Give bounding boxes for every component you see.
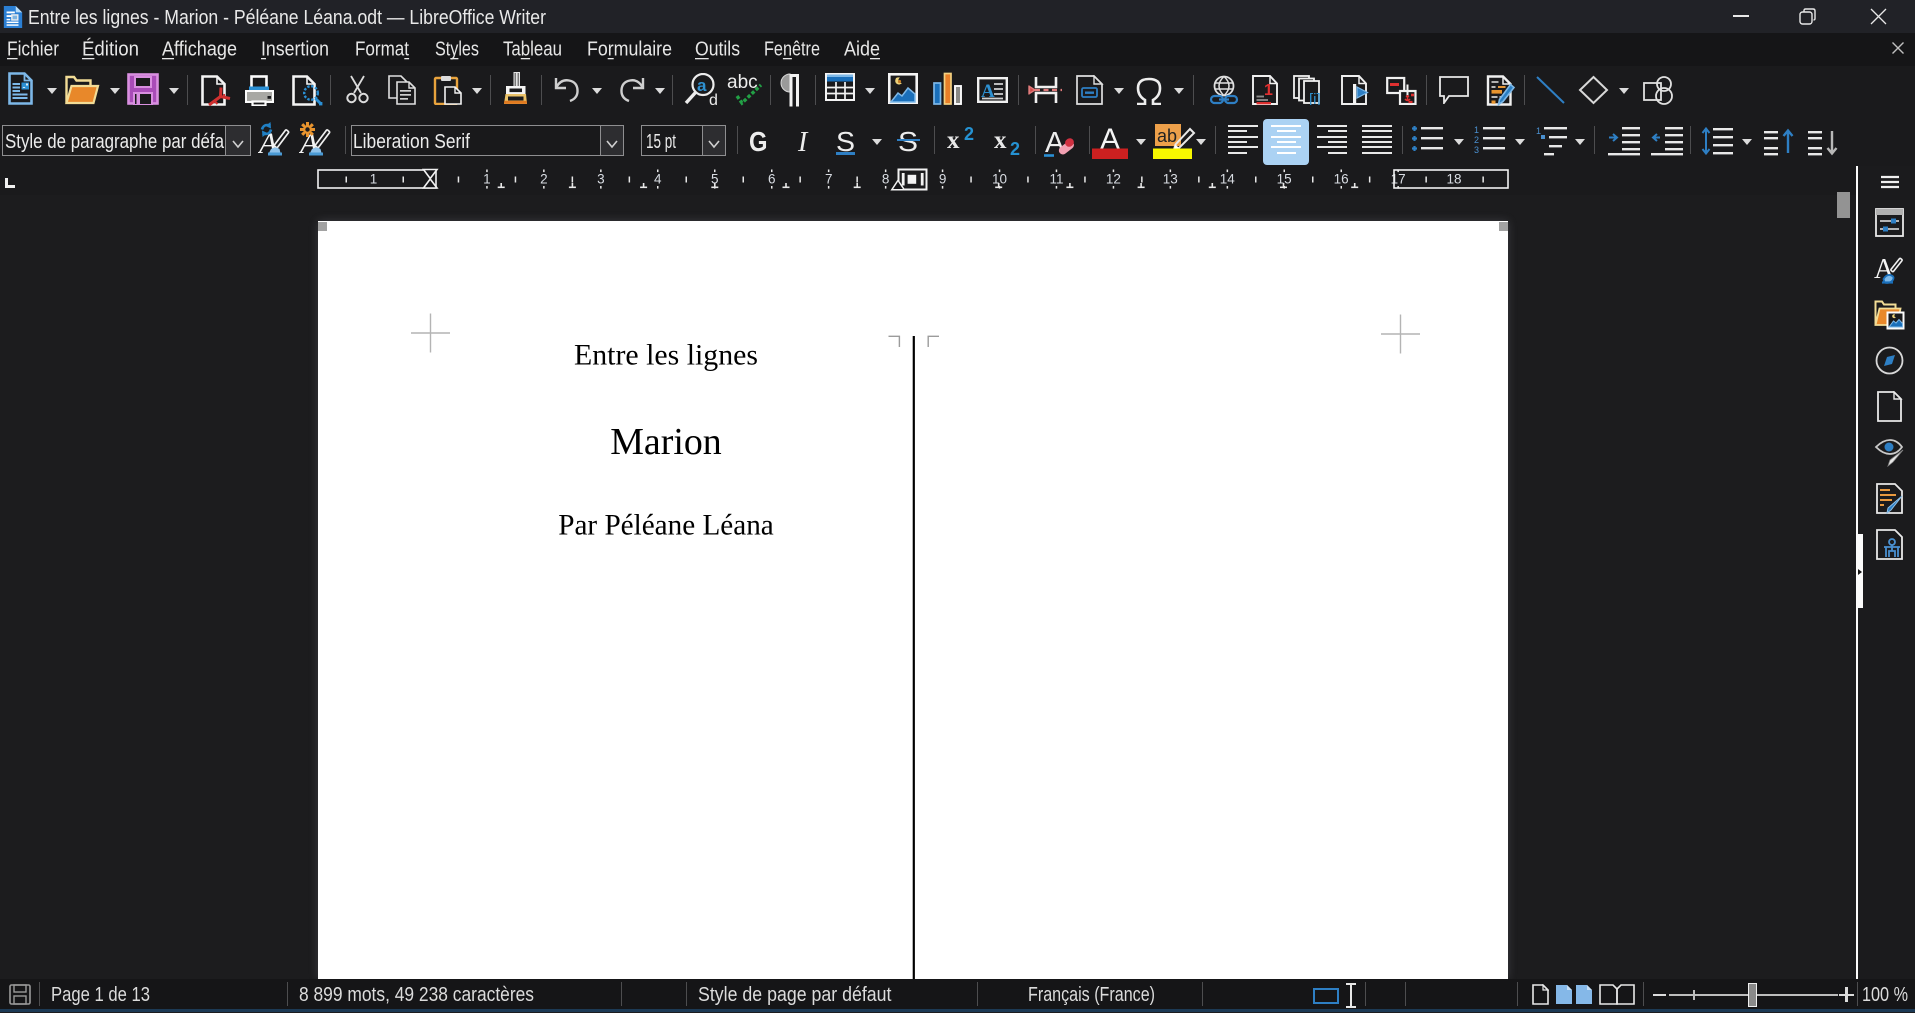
svg-text:14: 14 [1220, 172, 1236, 187]
svg-text:Marion: Marion [610, 421, 722, 463]
svg-text:2: 2 [540, 172, 548, 187]
svg-text:Formulaire: Formulaire [587, 39, 672, 61]
svg-text:Entre les lignes - Marion - Pé: Entre les lignes - Marion - Péléane Léan… [28, 7, 546, 29]
svg-text:G: G [749, 130, 768, 156]
svg-text:7: 7 [825, 172, 833, 187]
svg-text:3: 3 [1474, 145, 1479, 155]
svg-text:12: 12 [1106, 172, 1121, 187]
svg-text:Par Péléane Léana: Par Péléane Léana [558, 509, 774, 542]
svg-text:Aide: Aide [844, 39, 880, 61]
svg-text:Fenêtre: Fenêtre [764, 39, 820, 61]
svg-text:8: 8 [882, 172, 890, 187]
svg-text:S: S [898, 130, 918, 156]
svg-text:4: 4 [654, 172, 662, 187]
svg-text:1: 1 [1474, 126, 1479, 135]
svg-text:100 %: 100 % [1862, 984, 1908, 1006]
svg-text:16: 16 [1334, 172, 1349, 187]
svg-text:3: 3 [597, 172, 605, 187]
svg-text:Format: Format [355, 39, 409, 61]
svg-text:Affichage: Affichage [162, 39, 237, 61]
svg-text:Outils: Outils [695, 39, 740, 61]
svg-text:Fichier: Fichier [7, 39, 59, 61]
svg-text:abc: abc [727, 72, 758, 93]
svg-text:11: 11 [1049, 172, 1063, 187]
svg-text:Édition: Édition [82, 38, 139, 61]
svg-text:1: 1 [483, 172, 491, 187]
svg-text:6: 6 [768, 172, 776, 187]
svg-text:Liberation Serif: Liberation Serif [353, 131, 470, 153]
svg-text:Entre les lignes: Entre les lignes [574, 339, 758, 372]
svg-text:2: 2 [1474, 135, 1479, 145]
svg-text:9: 9 [939, 172, 947, 187]
svg-text:I: I [797, 130, 809, 156]
svg-text:Style de paragraphe par défa: Style de paragraphe par défa [5, 131, 225, 153]
svg-text:Style de page par défaut: Style de page par défaut [698, 984, 892, 1006]
svg-text:17: 17 [1391, 172, 1406, 187]
svg-text:1: 1 [370, 172, 378, 187]
svg-text:1: 1 [1536, 126, 1541, 136]
svg-text:[i]: [i] [1309, 91, 1321, 105]
svg-text:a: a [697, 76, 707, 95]
svg-text:15 pt: 15 pt [646, 131, 676, 153]
svg-text:1: 1 [1264, 82, 1273, 99]
svg-text:Français (France): Français (France) [1028, 984, 1155, 1006]
svg-text:Tableau: Tableau [503, 39, 562, 61]
svg-text:13: 13 [1163, 172, 1178, 187]
svg-text:ab: ab [1157, 126, 1177, 146]
svg-text:Insertion: Insertion [261, 39, 329, 61]
svg-text:8 899 mots, 49 238 caractères: 8 899 mots, 49 238 caractères [299, 984, 534, 1006]
svg-text:Styles: Styles [435, 39, 479, 61]
svg-text:d: d [709, 92, 717, 107]
svg-text:Page 1 de 13: Page 1 de 13 [51, 984, 150, 1006]
svg-text:18: 18 [1446, 172, 1461, 187]
